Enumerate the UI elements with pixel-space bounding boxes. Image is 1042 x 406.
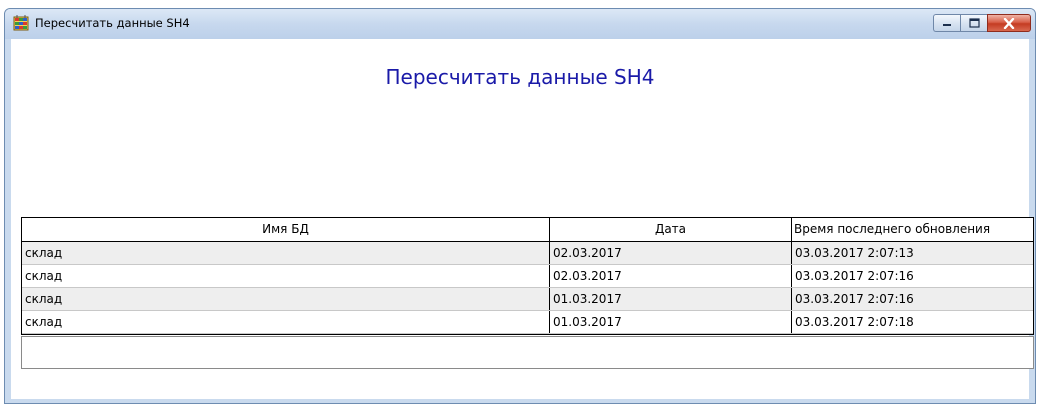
cell-last-update: 03.03.2017 2:07:18	[795, 315, 914, 329]
grid-app-icon	[13, 15, 29, 31]
close-button[interactable]	[987, 14, 1031, 32]
window-controls	[933, 14, 1031, 33]
client-area: Пересчитать данные SH4 Имя БД Дата Время…	[11, 39, 1034, 399]
app-window: Пересчитать данные SH4 Пересчитать данны…	[4, 8, 1036, 404]
cell-date: 02.03.2017	[550, 265, 792, 287]
cell-last-update: 03.03.2017 2:07:16	[795, 269, 914, 283]
grid-header-row: Имя БД Дата Время последнего обновления	[22, 218, 1033, 242]
column-header-date[interactable]: Дата	[550, 218, 792, 241]
cell-db-name: склад	[22, 288, 550, 310]
page-title: Пересчитать данные SH4	[385, 65, 655, 89]
close-icon	[1003, 17, 1015, 29]
cell-db-name: склад	[22, 265, 550, 287]
cell-date: 01.03.2017	[550, 288, 792, 310]
table-row[interactable]: склад 02.03.2017 03.03.2017 2:07:16	[22, 265, 1033, 288]
minimize-icon	[943, 24, 951, 26]
data-grid[interactable]: Имя БД Дата Время последнего обновления …	[21, 217, 1034, 335]
cell-last-update: 03.03.2017 2:07:16	[795, 292, 914, 306]
window-title: Пересчитать данные SH4	[35, 16, 190, 30]
cell-db-name: склад	[22, 242, 550, 264]
maximize-icon	[968, 18, 980, 28]
cell-date: 01.03.2017	[550, 311, 792, 333]
column-header-db-name[interactable]: Имя БД	[22, 218, 550, 241]
table-row[interactable]: склад 02.03.2017 03.03.2017 2:07:13	[22, 242, 1033, 265]
cell-last-update: 03.03.2017 2:07:13	[795, 246, 914, 260]
title-bar[interactable]: Пересчитать данные SH4	[5, 9, 1035, 39]
table-row[interactable]: склад 01.03.2017 03.03.2017 2:07:16	[22, 288, 1033, 311]
cell-db-name: склад	[22, 311, 550, 333]
table-row[interactable]: склад 01.03.2017 03.03.2017 2:07:18	[22, 311, 1033, 334]
column-header-last-update[interactable]: Время последнего обновления	[792, 218, 1033, 241]
minimize-button[interactable]	[933, 14, 960, 32]
status-panel	[21, 336, 1034, 369]
cell-date: 02.03.2017	[550, 242, 792, 264]
maximize-button[interactable]	[960, 14, 987, 32]
